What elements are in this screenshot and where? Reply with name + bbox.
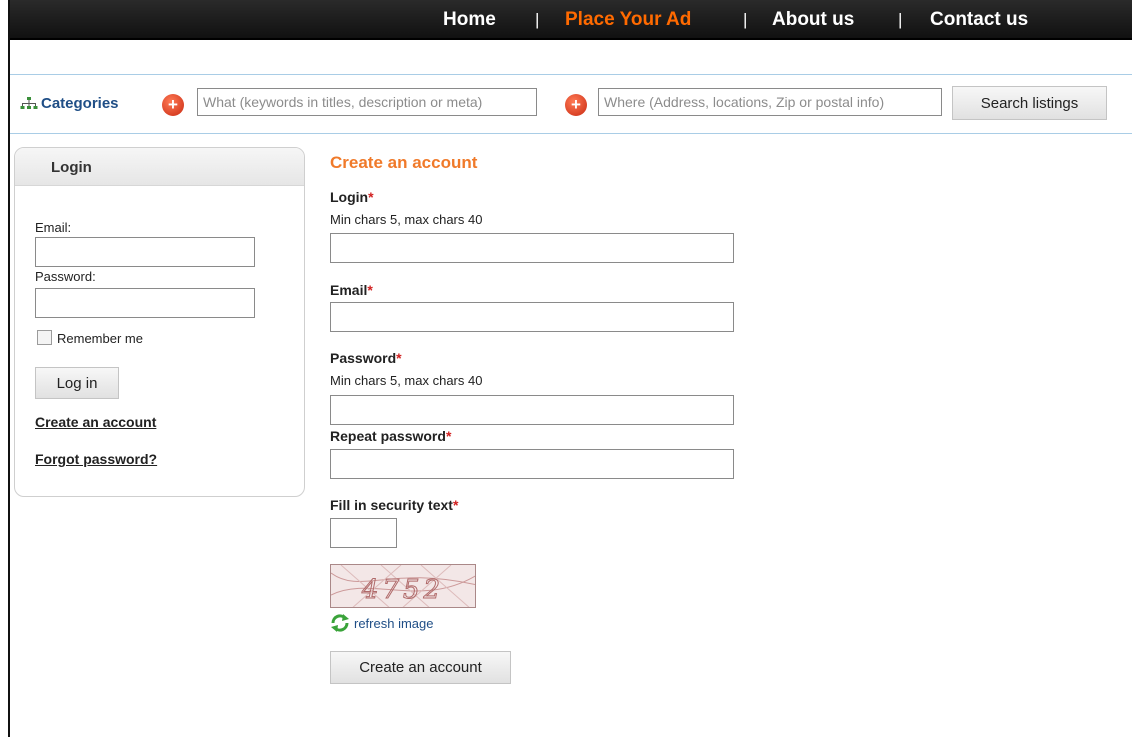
login-field-label-text: Login [330, 189, 369, 205]
login-password-input[interactable] [35, 288, 255, 318]
login-field-label: Login* [330, 189, 374, 205]
email-field-label: Email* [330, 282, 373, 298]
email-field-label-text: Email [330, 282, 368, 298]
login-field-hint: Min chars 5, max chars 40 [330, 212, 483, 227]
nav-home-link[interactable]: Home [443, 9, 496, 31]
security-text-label-text: Fill in security text [330, 497, 453, 513]
register-email-input[interactable] [330, 302, 734, 332]
nav-separator: | [743, 10, 748, 29]
required-mark: * [367, 282, 373, 298]
where-search-input[interactable] [598, 88, 942, 116]
login-email-input[interactable] [35, 237, 255, 267]
required-mark: * [396, 350, 402, 366]
security-text-input[interactable] [330, 518, 397, 548]
security-text-label: Fill in security text* [330, 497, 458, 513]
register-repeat-password-input[interactable] [330, 449, 734, 479]
log-in-button[interactable]: Log in [35, 367, 119, 399]
password-field-label-text: Password [330, 350, 397, 366]
create-account-link[interactable]: Create an account [35, 414, 156, 430]
repeat-password-label-text: Repeat password [330, 428, 446, 444]
expand-what-icon[interactable]: + [162, 94, 184, 116]
what-search-input[interactable] [197, 88, 537, 116]
categories-label: Categories [41, 95, 119, 112]
login-panel: Login Email: Password: Remember me Log i… [14, 147, 305, 497]
top-nav-bar: Home | Place Your Ad | About us | Contac… [10, 0, 1132, 40]
nav-separator: | [535, 10, 540, 29]
password-field-hint: Min chars 5, max chars 40 [330, 373, 483, 388]
nav-about-link[interactable]: About us [772, 9, 854, 31]
remember-me-checkbox[interactable] [37, 330, 52, 345]
register-password-input[interactable] [330, 395, 734, 425]
refresh-icon [331, 614, 349, 632]
expand-where-icon[interactable]: + [565, 94, 587, 116]
login-panel-title: Login [51, 159, 92, 176]
required-mark: * [445, 428, 452, 444]
password-field-label: Password* [330, 350, 402, 366]
categories-link[interactable]: Categories [20, 95, 119, 112]
sitemap-icon [20, 96, 38, 109]
captcha-text: 4752 [361, 575, 444, 605]
refresh-image-label: refresh image [354, 615, 434, 631]
remember-me-label: Remember me [57, 331, 143, 346]
login-password-label: Password: [35, 269, 96, 284]
login-email-label: Email: [35, 220, 72, 235]
forgot-password-link[interactable]: Forgot password? [35, 451, 157, 467]
repeat-password-label: Repeat password* [330, 428, 451, 444]
search-bar: Categories + + Search listings [10, 74, 1132, 134]
register-login-input[interactable] [330, 233, 734, 263]
nav-place-ad-link[interactable]: Place Your Ad [565, 9, 691, 31]
create-account-button[interactable]: Create an account [330, 651, 511, 684]
required-mark: * [452, 497, 459, 513]
create-account-heading: Create an account [330, 153, 478, 172]
refresh-captcha-link[interactable]: refresh image [330, 614, 433, 632]
nav-separator: | [898, 10, 903, 29]
required-mark: * [368, 189, 374, 205]
nav-contact-link[interactable]: Contact us [930, 9, 1028, 31]
captcha-image: 4752 [330, 564, 476, 608]
search-listings-button[interactable]: Search listings [952, 86, 1107, 120]
